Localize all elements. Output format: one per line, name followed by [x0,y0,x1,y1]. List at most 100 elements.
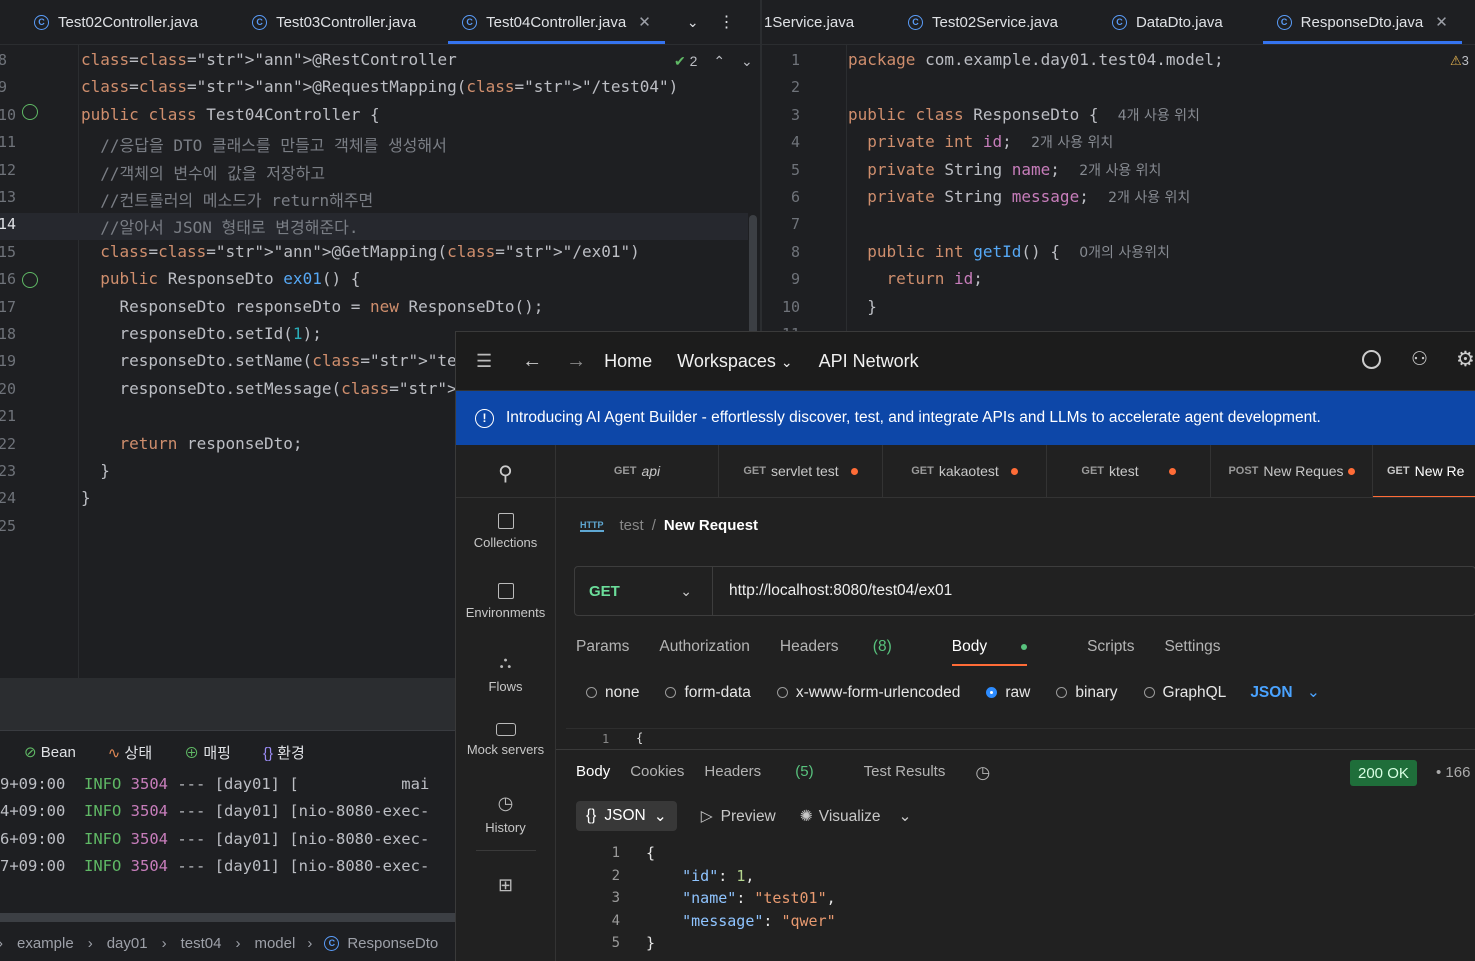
right-editor[interactable]: ⚠3 1234567891011 package com.example.day… [762,45,1475,331]
tab-datadto[interactable]: C DataDto.java [1072,0,1237,44]
response-tab-headers[interactable]: Headers (5) [704,763,843,783]
request-tab[interactable]: POST New Reques [1211,445,1373,497]
menu-icon[interactable]: ☰ [476,351,492,372]
gear-icon[interactable]: ⚙ [1456,347,1475,372]
breadcrumb-item[interactable]: day01 [107,935,148,952]
radio-urlencoded[interactable]: x-www-form-urlencoded [776,683,960,702]
visualize-button[interactable]: ✺ Visualize [800,807,881,826]
close-icon[interactable]: ✕ [1435,13,1448,31]
usage-hint[interactable]: 2개 사용 위치 [1108,190,1190,206]
response-time[interactable]: • 166 [1436,764,1470,781]
announcement-banner[interactable]: ! Introducing AI Agent Builder - effortl… [456,391,1475,445]
code-line: return responseDto; [119,433,303,453]
nav-workspaces[interactable]: Workspaces ⌄ [677,351,792,372]
radio-form-data[interactable]: form-data [665,683,751,702]
sidebar-divider [476,850,536,851]
history-icon[interactable]: ◷ [975,763,990,783]
nav-home[interactable]: Home [604,351,652,372]
collections-icon [497,513,514,529]
request-tab[interactable]: GET kakaotest [883,445,1047,497]
arrow-up-icon[interactable]: ⌃ [713,53,725,69]
tab-test04controller[interactable]: C Test04Controller.java ✕ [448,0,665,44]
sidebar-item-flows[interactable]: ⛬ Flows [456,653,555,694]
services-tab-status[interactable]: ∿ 상태 [108,742,152,763]
tab-test03controller[interactable]: C Test03Controller.java [212,0,430,44]
radio-binary[interactable]: binary [1056,683,1118,702]
usage-hint[interactable]: 2개 사용 위치 [1031,135,1113,151]
services-tab-environment[interactable]: {} 환경 [263,742,305,763]
line-number: 11 [0,133,17,152]
tab-test02controller[interactable]: C Test02Controller.java [0,0,212,44]
class-icon: C [1276,14,1292,30]
usage-hint[interactable]: 0개의 사용위치 [1079,245,1170,261]
radio-raw[interactable]: raw [986,683,1030,702]
tab-scripts[interactable]: Scripts [1087,638,1134,656]
response-body[interactable]: 1 {2 "id": 1, 3 "name": "test01", 4 "messag… [556,840,1475,961]
active-dot [1021,643,1028,650]
status-badge[interactable]: 200 OK [1350,760,1417,786]
request-tab[interactable]: GET servlet test [719,445,883,497]
request-body-editor[interactable]: 1 { [566,728,1475,749]
spring-bean-icon[interactable] [22,104,38,120]
chevron-right-icon: › [235,934,241,952]
response-tab-body[interactable]: Body [576,763,610,783]
close-icon[interactable]: ✕ [638,13,651,31]
url-input[interactable]: http://localhost:8080/test04/ex01 [729,582,952,600]
services-tab-mapping[interactable]: ⊕ 매핑 [184,742,231,763]
radio-graphql[interactable]: GraphQL [1143,683,1226,702]
tab-authorization[interactable]: Authorization [659,638,749,656]
url-bar: GET ⌄ http://localhost:8080/test04/ex01 [574,566,1475,616]
tab-settings[interactable]: Settings [1164,638,1220,656]
sidebar-item-collections[interactable]: Collections [456,513,555,550]
raw-format-select[interactable]: JSON ⌄ [1250,683,1320,702]
chevron-down-icon[interactable]: ⌄ [899,807,912,826]
nav-api-network[interactable]: API Network [819,351,919,372]
response-tab-test-results[interactable]: Test Results [864,763,946,783]
breadcrumb-item[interactable]: example [17,935,74,952]
method-select[interactable]: GET ⌄ [575,567,713,615]
sidebar-item-environments[interactable]: Environments [456,583,555,620]
response-divider[interactable] [556,749,1475,750]
bean-icon: ⊘ [24,744,37,761]
breadcrumb-item[interactable]: test04 [181,935,222,952]
chevron-down-icon: ⌄ [653,807,667,825]
request-name[interactable]: New Request [664,517,758,534]
editor-scrollbar[interactable] [749,215,757,335]
inspection-widget[interactable]: ✔ 2 ⌃ ⌄ [674,53,753,70]
spring-endpoint-icon[interactable] [22,272,38,288]
response-tab-cookies[interactable]: Cookies [630,763,684,783]
tab-body[interactable]: Body [951,638,1057,666]
radio-none[interactable]: none [586,683,639,702]
collection-link[interactable]: test [620,517,644,534]
search-icon[interactable] [1362,350,1381,369]
usage-hint[interactable]: 4개 사용 위치 [1118,108,1200,124]
arrow-down-icon[interactable]: ⌄ [741,53,753,69]
forward-arrow-icon[interactable]: → [566,350,586,373]
tab-headers[interactable]: Headers (8) [780,638,922,656]
breadcrumb-item[interactable]: ResponseDto [347,935,438,952]
breadcrumb-item[interactable]: model [254,935,295,952]
tab-params[interactable]: Params [576,638,629,656]
sidebar-item-mock-servers[interactable]: Mock servers [456,723,555,757]
console-output[interactable]: 9+09:00 INFO 3504 --- [day01] [ mai 4+09:… [0,772,455,912]
tab-service[interactable]: 1Service.java [762,0,868,44]
request-tab[interactable]: GET api [556,445,719,497]
response-format-select[interactable]: {} JSON ⌄ [576,801,677,831]
chevron-down-icon[interactable]: ⌄ [687,14,699,31]
console-scrollbar[interactable] [0,913,455,922]
services-tab-bean[interactable]: ⊘ Bean [24,743,76,761]
tab-test02service[interactable]: C Test02Service.java [868,0,1072,44]
account-button[interactable]: ⚲ [456,461,555,486]
line-number: 9 [790,270,800,289]
invite-user-icon[interactable]: ⚇ [1411,348,1428,371]
request-tab-active[interactable]: GET New Re [1373,445,1475,497]
preview-button[interactable]: ▷ Preview [701,807,776,826]
sidebar-item-history[interactable]: ◷ History [456,793,555,835]
back-arrow-icon[interactable]: ← [522,350,542,373]
tab-responsedto[interactable]: C ResponseDto.java ✕ [1262,0,1462,44]
sidebar-configure-button[interactable]: ⊞ [456,875,555,896]
request-tab[interactable]: GET ktest [1047,445,1211,497]
warning-widget[interactable]: ⚠3 [1450,53,1469,69]
more-icon[interactable]: ⋮ [719,12,735,32]
usage-hint[interactable]: 2개 사용 위치 [1079,163,1161,179]
